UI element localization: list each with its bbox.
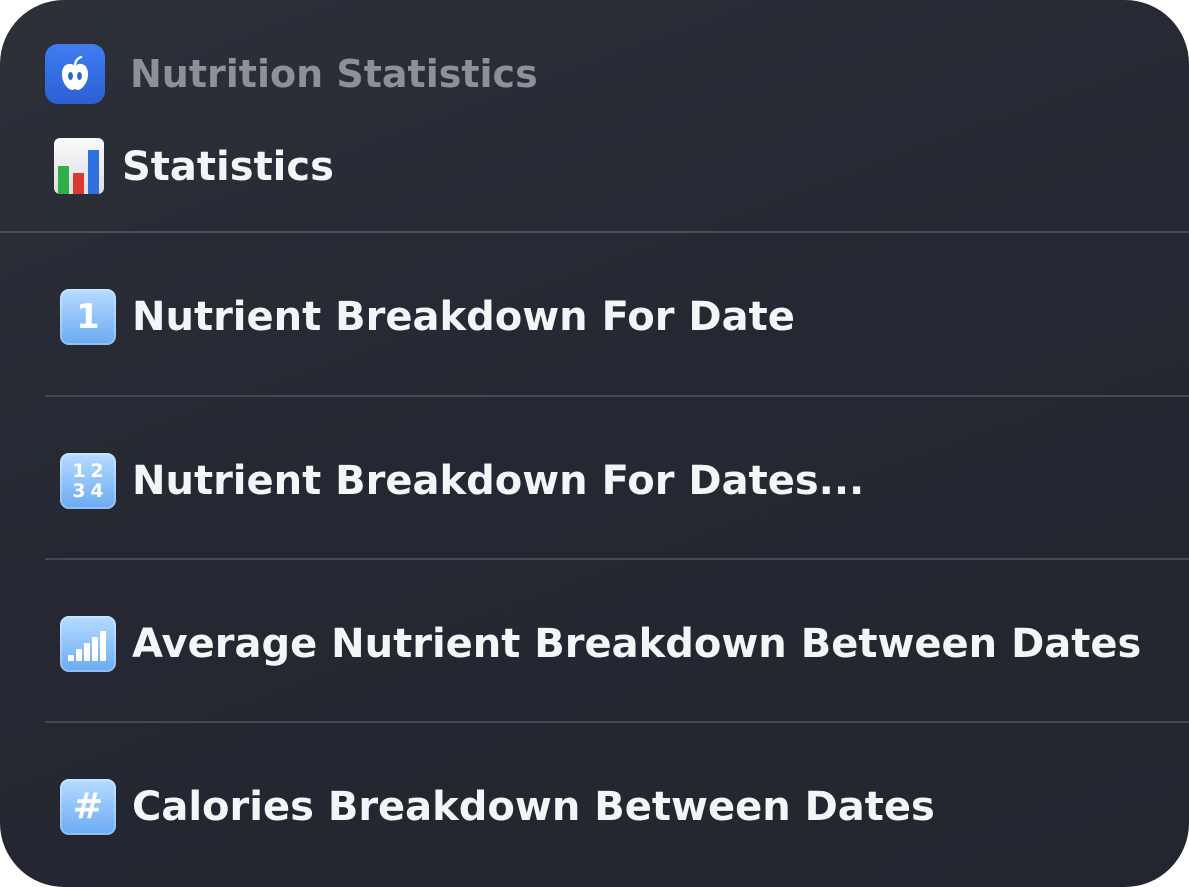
keycap-hash-glyph: # [72, 786, 104, 827]
section-title: Statistics [122, 144, 334, 190]
input-numbers-digit: 4 [90, 480, 104, 502]
shortcut-label: Calories Breakdown Between Dates [132, 784, 935, 830]
shortcut-item-nutrient-breakdown-for-dates[interactable]: 1 2 3 4 Nutrient Breakdown For Dates... [0, 397, 1189, 559]
input-numbers-digit: 1 [72, 460, 86, 482]
shortcuts-widget: Nutrition Statistics Statistics 1 Nutrie… [0, 0, 1189, 887]
shortcut-label: Nutrient Breakdown For Dates... [132, 458, 865, 504]
input-numbers-icon: 1 2 3 4 [60, 453, 116, 509]
bar-chart-icon [54, 138, 104, 194]
widget-header: Nutrition Statistics Statistics [0, 0, 1189, 232]
input-numbers-digit: 2 [90, 460, 104, 482]
shortcut-item-nutrient-breakdown-for-date[interactable]: 1 Nutrient Breakdown For Date [0, 233, 1189, 395]
shortcut-label: Average Nutrient Breakdown Between Dates [132, 621, 1142, 667]
signal-bars-icon [60, 616, 116, 672]
keycap-hash-icon: # [60, 779, 116, 835]
input-numbers-digit: 3 [72, 480, 86, 502]
shortcut-label: Nutrient Breakdown For Date [132, 294, 795, 340]
input-numbers-grid: 1 2 3 4 [70, 461, 106, 501]
keycap-one-glyph: 1 [76, 297, 100, 337]
apple-icon[interactable] [45, 44, 105, 104]
keycap-one-icon: 1 [60, 289, 116, 345]
shortcut-item-calories-breakdown[interactable]: # Calories Breakdown Between Dates [0, 723, 1189, 885]
app-name[interactable]: Nutrition Statistics [130, 48, 538, 100]
shortcut-item-average-nutrient-breakdown[interactable]: Average Nutrient Breakdown Between Dates [0, 560, 1189, 722]
signal-bars [68, 631, 108, 661]
